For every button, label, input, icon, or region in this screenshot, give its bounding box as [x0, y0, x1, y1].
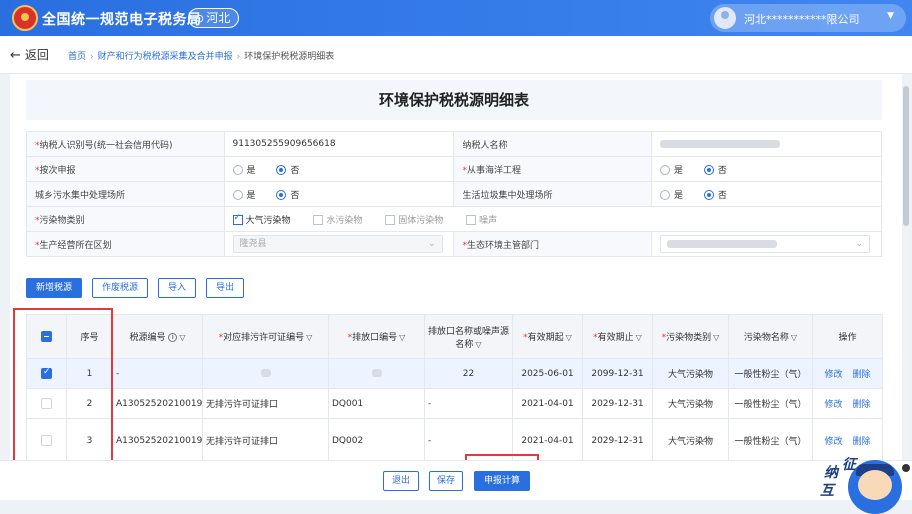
- region-selector[interactable]: ⊙ 河北: [188, 8, 240, 28]
- breadcrumb-property-tax[interactable]: 财产和行为税税源采集及合并申报: [98, 52, 233, 62]
- taxpayer-id-value: 911305255909656618: [223, 131, 455, 157]
- annotation-box-checkboxes: [13, 308, 113, 474]
- taxpayer-info-form: *纳税人识别号(统一社会信用代码) 911305255909656618 纳税人…: [26, 131, 883, 257]
- taxpayer-name-label: 纳税人名称: [453, 131, 652, 157]
- district-label: 生产经营所在区划: [39, 240, 112, 251]
- back-button[interactable]: ← 返回: [10, 46, 49, 63]
- location-pin-icon: ⊙: [195, 12, 205, 25]
- scrollbar[interactable]: [903, 86, 909, 456]
- pollutant-noise-checkbox[interactable]: 噪声: [466, 214, 497, 226]
- scrollbar-thumb[interactable]: [903, 86, 909, 226]
- per-declaration-no[interactable]: 否: [276, 164, 299, 176]
- user-name: 河北***********限公司: [744, 13, 860, 26]
- taxpayer-name-value: [650, 131, 883, 157]
- exit-button[interactable]: 退出: [383, 471, 419, 491]
- col-permit-no: 对应排污许可证编号: [223, 333, 305, 343]
- import-button[interactable]: 导入: [158, 278, 196, 298]
- region-label: 河北: [206, 11, 231, 25]
- district-select[interactable]: 隆尧县 ⌄: [232, 235, 443, 253]
- delete-link[interactable]: 删除: [853, 370, 871, 380]
- col-start: 有效期起: [527, 333, 564, 343]
- edit-link[interactable]: 修改: [824, 400, 842, 410]
- per-declaration-yes[interactable]: 是: [232, 164, 256, 176]
- breadcrumb-current: 环境保护税税源明细表: [244, 52, 335, 62]
- filter-icon[interactable]: ▽: [179, 333, 185, 342]
- ocean-no[interactable]: 否: [703, 164, 727, 176]
- chevron-down-icon: ⌄: [855, 239, 863, 249]
- col-name: 污染物名称: [743, 333, 789, 343]
- ocean-label: 从事海洋工程: [466, 165, 521, 176]
- col-outlet-no: 排放口编号: [352, 333, 398, 343]
- delete-link[interactable]: 删除: [853, 400, 871, 410]
- declare-calc-button[interactable]: 申报计算: [474, 471, 530, 491]
- eco-dept-label: 生态环境主管部门: [466, 240, 539, 251]
- avatar: [714, 7, 736, 29]
- col-source-no: 税源编号: [129, 333, 166, 343]
- void-source-button[interactable]: 作废税源: [92, 278, 148, 298]
- arrow-left-icon: ←: [10, 48, 21, 63]
- filter-icon[interactable]: ▽: [713, 333, 719, 342]
- filter-icon[interactable]: ▽: [566, 333, 572, 342]
- garbage-yes[interactable]: 是: [659, 189, 683, 201]
- back-label: 返回: [24, 48, 49, 62]
- table-row[interactable]: 2 A130525202100194 无排污许可证排口 DQ001 - 2021…: [26, 388, 883, 419]
- ocean-yes[interactable]: 是: [659, 164, 683, 176]
- site-title: 全国统一规范电子税务局: [42, 12, 202, 28]
- breadcrumb: 首页 › 财产和行为税税源采集及合并申报 › 环境保护税税源明细表: [68, 52, 335, 62]
- eco-dept-select[interactable]: ⌄: [659, 235, 870, 253]
- footer-bar: 退出 保存 申报计算: [0, 460, 912, 500]
- close-icon[interactable]: [902, 464, 910, 472]
- filter-icon[interactable]: ▽: [791, 333, 797, 342]
- garbage-label: 生活垃圾集中处理场所: [453, 181, 652, 207]
- edit-link[interactable]: 修改: [824, 370, 842, 380]
- delete-link[interactable]: 删除: [853, 437, 871, 447]
- garbage-no[interactable]: 否: [703, 189, 727, 201]
- table-row[interactable]: 3 A130525202100195 无排污许可证排口 DQ002 - 2021…: [26, 418, 883, 463]
- table-row[interactable]: 1 - 22 2025-06-01 2099-12-31 大气污染物 一般性粉尘…: [26, 358, 883, 389]
- col-end: 有效期止: [597, 333, 634, 343]
- urban-sewage-no[interactable]: 否: [276, 189, 299, 201]
- col-type: 污染物类别: [666, 333, 712, 343]
- user-menu[interactable]: 河北***********限公司 ▼: [710, 4, 906, 32]
- filter-icon[interactable]: ▽: [636, 333, 642, 342]
- taxpayer-id-label: 纳税人识别号(统一社会信用代码): [39, 140, 173, 151]
- export-button[interactable]: 导出: [206, 278, 244, 298]
- urban-sewage-yes[interactable]: 是: [232, 189, 256, 201]
- top-bar: 全国统一规范电子税务局 ⊙ 河北 河北***********限公司 ▼: [0, 0, 912, 36]
- chevron-down-icon: ⌄: [427, 239, 436, 249]
- col-outlet-name: 排放口名称或噪声源名称: [428, 326, 510, 350]
- caret-down-icon: ▼: [887, 11, 894, 21]
- pollutant-water-checkbox[interactable]: 水污染物: [313, 214, 362, 226]
- pollutant-air-checkbox[interactable]: 大气污染物: [232, 213, 291, 226]
- save-button[interactable]: 保存: [429, 471, 463, 491]
- assistant-mascot[interactable]: 纳 征 互: [818, 456, 912, 514]
- page-title: 环境保护税税源明细表: [26, 80, 882, 120]
- breadcrumb-bar: ← 返回 首页 › 财产和行为税税源采集及合并申报 › 环境保护税税源明细表: [0, 36, 912, 74]
- per-declaration-label: 按次申报: [39, 165, 76, 176]
- filter-icon[interactable]: ▽: [306, 333, 312, 342]
- breadcrumb-home[interactable]: 首页: [68, 52, 86, 62]
- edit-link[interactable]: 修改: [824, 437, 842, 447]
- urban-sewage-label: 城乡污水集中处理场所: [26, 181, 225, 207]
- main-panel: 环境保护税税源明细表 *纳税人识别号(统一社会信用代码) 91130525590…: [10, 74, 902, 500]
- filter-icon[interactable]: ▽: [399, 333, 405, 342]
- tax-source-table: 序号 税源编号 i ▽ *对应排污许可证编号 ▽ *排放口编号 ▽ 排放口名称或噪声源…: [26, 314, 883, 463]
- add-source-button[interactable]: 新增税源: [26, 278, 82, 298]
- info-icon: i: [168, 333, 178, 342]
- pollutant-solid-checkbox[interactable]: 固体污染物: [385, 214, 443, 226]
- tax-emblem-icon: [12, 5, 38, 31]
- col-op: 操作: [812, 314, 883, 359]
- filter-icon[interactable]: ▽: [475, 340, 481, 349]
- pollutant-type-label: 污染物类别: [39, 215, 85, 226]
